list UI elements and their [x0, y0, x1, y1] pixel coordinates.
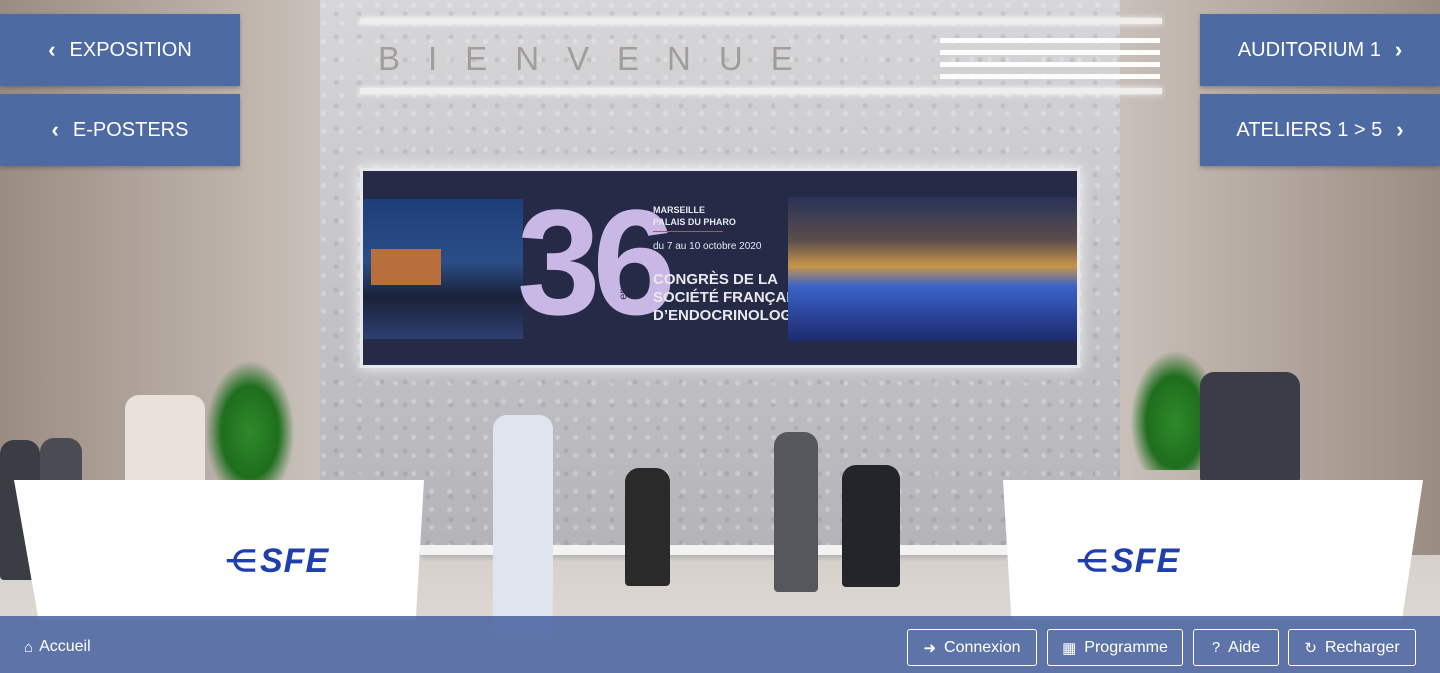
nav-exposition-button[interactable]: ‹ EXPOSITION: [0, 14, 240, 86]
visitor-figure: [625, 468, 670, 586]
home-label: Accueil: [39, 638, 91, 655]
chevron-right-icon: ›: [1396, 117, 1404, 142]
banner-title-line: CONGRÈS DE LA: [653, 271, 779, 288]
banner-venue: PALAIS DU PHARO: [653, 217, 736, 227]
banner-number: 36: [517, 178, 676, 346]
visitor-figure: [774, 432, 818, 592]
recharger-label: Recharger: [1324, 638, 1400, 656]
programme-button[interactable]: ▦ Programme: [1047, 629, 1183, 666]
host-figure: [1200, 372, 1300, 482]
chevron-left-icon: ‹: [51, 117, 59, 142]
banner-title-line: D’ENDOCRINOLOGIE: [653, 307, 807, 324]
nav-eposters-label: E-POSTERS: [72, 118, 189, 141]
nav-exposition-label: EXPOSITION: [69, 38, 192, 61]
sfe-logo: ⋲ SFE: [226, 542, 329, 581]
aide-button[interactable]: ? Aide: [1193, 629, 1279, 666]
chevron-right-icon: ›: [1394, 37, 1403, 62]
sfe-logo-text: SFE: [260, 542, 330, 580]
question-circle-icon: ?: [1211, 639, 1221, 656]
reception-desk-right: ⋲ SFE: [1003, 480, 1423, 620]
chevron-left-icon: ‹: [48, 37, 56, 62]
welcome-sign-bottom-bar: [360, 88, 1162, 94]
palace-building: [371, 249, 441, 285]
sfe-logo-icon: ⋲: [1077, 545, 1107, 578]
connexion-button[interactable]: ➜ Connexion: [907, 629, 1037, 666]
welcome-text: BIENVENUE: [378, 40, 821, 77]
nav-auditorium-label: AUDITORIUM 1: [1237, 38, 1381, 61]
welcome-sign-top-bar: [360, 18, 1162, 24]
connexion-label: Connexion: [944, 638, 1021, 656]
welcome-light-stripes: [940, 38, 1160, 82]
reception-desk-left: ⋲ SFE: [14, 480, 424, 620]
banner-photo-harbor: [788, 197, 1077, 341]
banner-divider: [653, 231, 723, 232]
banner-city: MARSEILLE: [653, 205, 706, 215]
recharger-button[interactable]: ↻ Recharger: [1288, 629, 1416, 666]
visitor-figure: [493, 415, 553, 635]
plant-left: [205, 360, 295, 480]
calendar-icon: ▦: [1062, 639, 1077, 657]
banner-title-line: SOCIÉTÉ FRANÇAISE: [653, 289, 811, 306]
congress-banner: 36 eme MARSEILLE PALAIS DU PHARO du 7 au…: [360, 168, 1080, 368]
nav-ateliers-button[interactable]: ATELIERS 1 > 5 ›: [1200, 94, 1440, 166]
sfe-logo-text: SFE: [1111, 542, 1181, 580]
footer-bar: ⌂ Accueil ➜ Connexion ▦ Programme ? Aide…: [0, 616, 1440, 673]
banner-dates: du 7 au 10 octobre 2020: [653, 241, 762, 252]
hostess-figure: [125, 395, 205, 485]
nav-eposters-button[interactable]: ‹ E-POSTERS: [0, 94, 240, 166]
nav-ateliers-label: ATELIERS 1 > 5: [1236, 118, 1383, 141]
banner-photo-palace: [363, 199, 523, 339]
sfe-logo-icon: ⋲: [226, 545, 256, 578]
banner-suffix: eme: [617, 278, 630, 300]
sfe-logo: ⋲ SFE: [1077, 542, 1180, 581]
programme-label: Programme: [1084, 638, 1168, 656]
reload-icon: ↻: [1304, 639, 1317, 657]
home-link[interactable]: ⌂ Accueil: [24, 638, 91, 656]
aide-label: Aide: [1228, 638, 1261, 656]
sign-in-icon: ➜: [923, 639, 937, 657]
welcome-sign: BIENVENUE: [360, 18, 1162, 94]
nav-auditorium-button[interactable]: AUDITORIUM 1 ›: [1200, 14, 1440, 86]
home-icon: ⌂: [24, 638, 34, 656]
visitor-figure: [842, 465, 900, 587]
